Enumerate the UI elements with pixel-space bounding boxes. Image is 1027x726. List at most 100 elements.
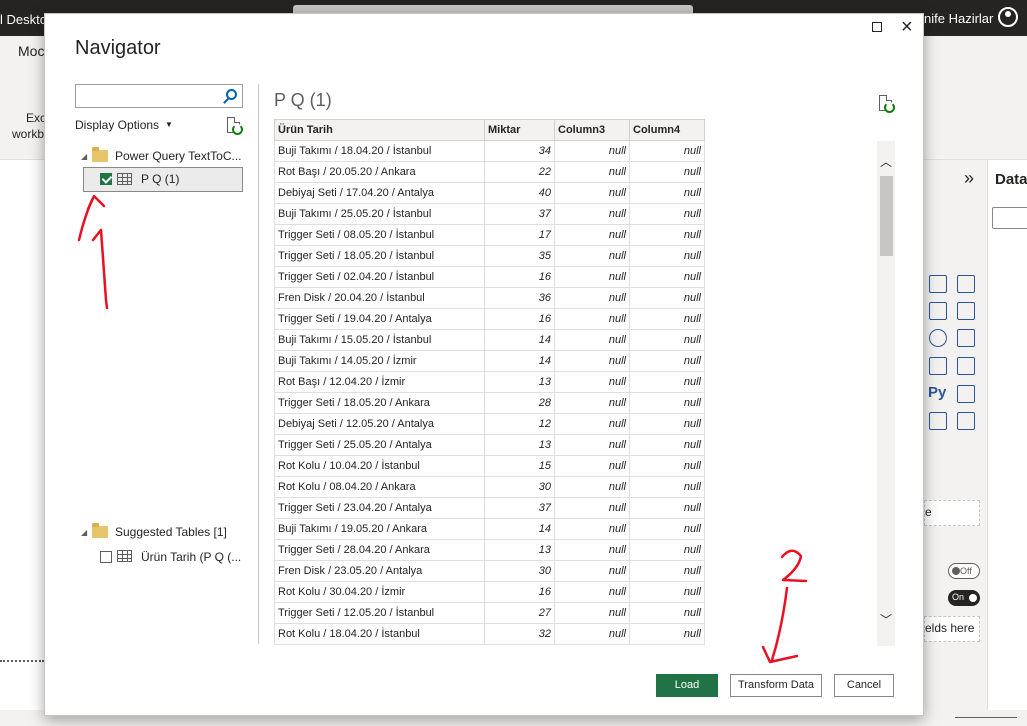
column-header[interactable]: Ürün Tarih bbox=[274, 119, 485, 141]
cell-null: null bbox=[554, 539, 630, 561]
cell-null: null bbox=[629, 182, 705, 204]
collapse-chevron-icon[interactable]: » bbox=[964, 168, 974, 189]
cell-miktar: 28 bbox=[484, 392, 555, 414]
column-header[interactable]: Column3 bbox=[554, 119, 630, 141]
cell-null: null bbox=[629, 203, 705, 225]
preview-refresh-icon[interactable] bbox=[879, 95, 895, 113]
table-row: Fren Disk / 23.05.20 / Antalya 30 null null bbox=[274, 560, 705, 582]
cell-null: null bbox=[629, 371, 705, 393]
cell-urun-tarih: Fren Disk / 20.04.20 / İstanbul bbox=[274, 287, 485, 309]
power-apps-icon[interactable] bbox=[957, 412, 975, 430]
cell-null: null bbox=[629, 413, 705, 435]
cell-urun-tarih: Debiyaj Seti / 12.05.20 / Antalya bbox=[274, 413, 485, 435]
table-header-row: Ürün Tarih Miktar Column3 Column4 bbox=[274, 119, 705, 141]
cell-null: null bbox=[554, 392, 630, 414]
navigator-dialog: Navigator × Display Options ▼ ◢ Power Que… bbox=[44, 13, 924, 716]
display-options-label: Display Options bbox=[75, 118, 160, 132]
cell-miktar: 16 bbox=[484, 308, 555, 330]
toggle-on[interactable]: On bbox=[948, 590, 980, 606]
stacked-bar-chart-icon[interactable] bbox=[929, 275, 947, 293]
data-pane-title: Data bbox=[995, 171, 1027, 188]
cell-null: null bbox=[554, 434, 630, 456]
cancel-button[interactable]: Cancel bbox=[834, 674, 894, 697]
drop-zone-text-2: elds here bbox=[925, 621, 975, 635]
table-row: Debiyaj Seti / 17.04.20 / Antalya 40 null n… bbox=[274, 182, 705, 204]
display-options-dropdown[interactable]: Display Options ▼ bbox=[75, 118, 173, 132]
drill-through-drop-zone[interactable]: elds here bbox=[924, 616, 980, 642]
cell-null: null bbox=[629, 308, 705, 330]
scrollbar-thumb[interactable] bbox=[880, 176, 893, 256]
cell-null: null bbox=[629, 287, 705, 309]
suggested-tables-label[interactable]: Suggested Tables [1] bbox=[115, 525, 227, 539]
table-row: Trigger Seti / 23.04.20 / Antalya 37 null n… bbox=[274, 497, 705, 519]
transform-data-button[interactable]: Transform Data bbox=[730, 674, 822, 697]
ribbon-tab-modeling[interactable]: Moc bbox=[18, 43, 44, 59]
cell-miktar: 40 bbox=[484, 182, 555, 204]
pane-divider bbox=[258, 84, 259, 644]
paginated-report-icon[interactable] bbox=[929, 412, 947, 430]
cell-urun-tarih: Trigger Seti / 02.04.20 / İstanbul bbox=[274, 266, 485, 288]
table-row: Fren Disk / 20.04.20 / İstanbul 36 null nul… bbox=[274, 287, 705, 309]
cell-urun-tarih: Trigger Seti / 19.04.20 / Antalya bbox=[274, 308, 485, 330]
treemap-icon[interactable] bbox=[957, 329, 975, 347]
data-pane bbox=[987, 160, 1027, 710]
zoom-slider[interactable] bbox=[955, 717, 1017, 718]
tree-item-pq1[interactable]: P Q (1) bbox=[83, 167, 243, 192]
toggle-off-label: Off bbox=[960, 566, 972, 576]
cell-null: null bbox=[554, 560, 630, 582]
preview-table: Ürün Tarih Miktar Column3 Column4 Buji T… bbox=[274, 119, 705, 645]
pq1-checkbox[interactable] bbox=[100, 173, 112, 185]
cell-null: null bbox=[554, 329, 630, 351]
suggested-item-label[interactable]: Ürün Tarih (P Q (... bbox=[141, 550, 241, 564]
cell-urun-tarih: Rot Kolu / 10.04.20 / İstanbul bbox=[274, 455, 485, 477]
cell-miktar: 27 bbox=[484, 602, 555, 624]
cell-urun-tarih: Rot Başı / 20.05.20 / Ankara bbox=[274, 161, 485, 183]
cell-null: null bbox=[554, 245, 630, 267]
cell-null: null bbox=[629, 392, 705, 414]
close-icon[interactable]: × bbox=[901, 16, 913, 39]
cell-urun-tarih: Trigger Seti / 08.05.20 / İstanbul bbox=[274, 224, 485, 246]
python-visual-icon[interactable]: Py bbox=[928, 384, 946, 401]
multi-row-card-icon[interactable] bbox=[929, 357, 947, 375]
user-avatar-icon[interactable] bbox=[998, 7, 1018, 27]
column-header[interactable]: Miktar bbox=[484, 119, 555, 141]
suggested-expand-arrow-icon[interactable]: ◢ bbox=[81, 528, 87, 537]
line-clustered-column-icon[interactable] bbox=[929, 302, 947, 320]
kpi-icon[interactable] bbox=[957, 357, 975, 375]
load-button[interactable]: Load bbox=[656, 674, 718, 697]
key-influencers-icon[interactable] bbox=[957, 385, 975, 403]
excel-workbook-button[interactable]: Exc workb bbox=[12, 110, 46, 142]
suggested-item-checkbox[interactable] bbox=[100, 551, 112, 563]
scroll-down-icon[interactable]: ﹀ bbox=[879, 613, 893, 627]
tree-root-label[interactable]: Power Query TextToC... bbox=[115, 149, 242, 163]
cell-miktar: 14 bbox=[484, 518, 555, 540]
donut-chart-icon[interactable] bbox=[929, 329, 947, 347]
column-header[interactable]: Column4 bbox=[629, 119, 705, 141]
clustered-column-chart-icon[interactable] bbox=[957, 275, 975, 293]
table-row: Trigger Seti / 02.04.20 / İstanbul 16 null… bbox=[274, 266, 705, 288]
cell-urun-tarih: Rot Kolu / 08.04.20 / Ankara bbox=[274, 476, 485, 498]
tree-expand-arrow-icon[interactable]: ◢ bbox=[81, 152, 87, 161]
ribbon-chart-icon[interactable] bbox=[957, 302, 975, 320]
table-row: Trigger Seti / 19.04.20 / Antalya 16 null n… bbox=[274, 308, 705, 330]
search-icon[interactable] bbox=[226, 89, 237, 100]
cell-null: null bbox=[554, 308, 630, 330]
table-row: Rot Kolu / 10.04.20 / İstanbul 15 null null bbox=[274, 455, 705, 477]
maximize-icon[interactable] bbox=[872, 22, 882, 32]
toggle-off[interactable]: Off bbox=[948, 563, 980, 579]
cell-null: null bbox=[554, 287, 630, 309]
cell-null: null bbox=[629, 560, 705, 582]
vertical-scrollbar[interactable]: ︿ ﹀ bbox=[877, 141, 895, 646]
refresh-icon[interactable] bbox=[227, 117, 243, 135]
navigator-search-input[interactable] bbox=[75, 84, 243, 108]
cell-urun-tarih: Buji Takımı / 18.04.20 / İstanbul bbox=[274, 140, 485, 162]
table-row: Trigger Seti / 18.05.20 / Ankara 28 null nu… bbox=[274, 392, 705, 414]
data-pane-search-input[interactable] bbox=[992, 207, 1027, 229]
dialog-title: Navigator bbox=[75, 37, 161, 59]
cell-null: null bbox=[554, 224, 630, 246]
cell-null: null bbox=[629, 518, 705, 540]
cell-null: null bbox=[629, 140, 705, 162]
scroll-up-icon[interactable]: ︿ bbox=[879, 155, 893, 169]
field-drop-zone[interactable]: e bbox=[924, 500, 980, 526]
cell-null: null bbox=[554, 161, 630, 183]
